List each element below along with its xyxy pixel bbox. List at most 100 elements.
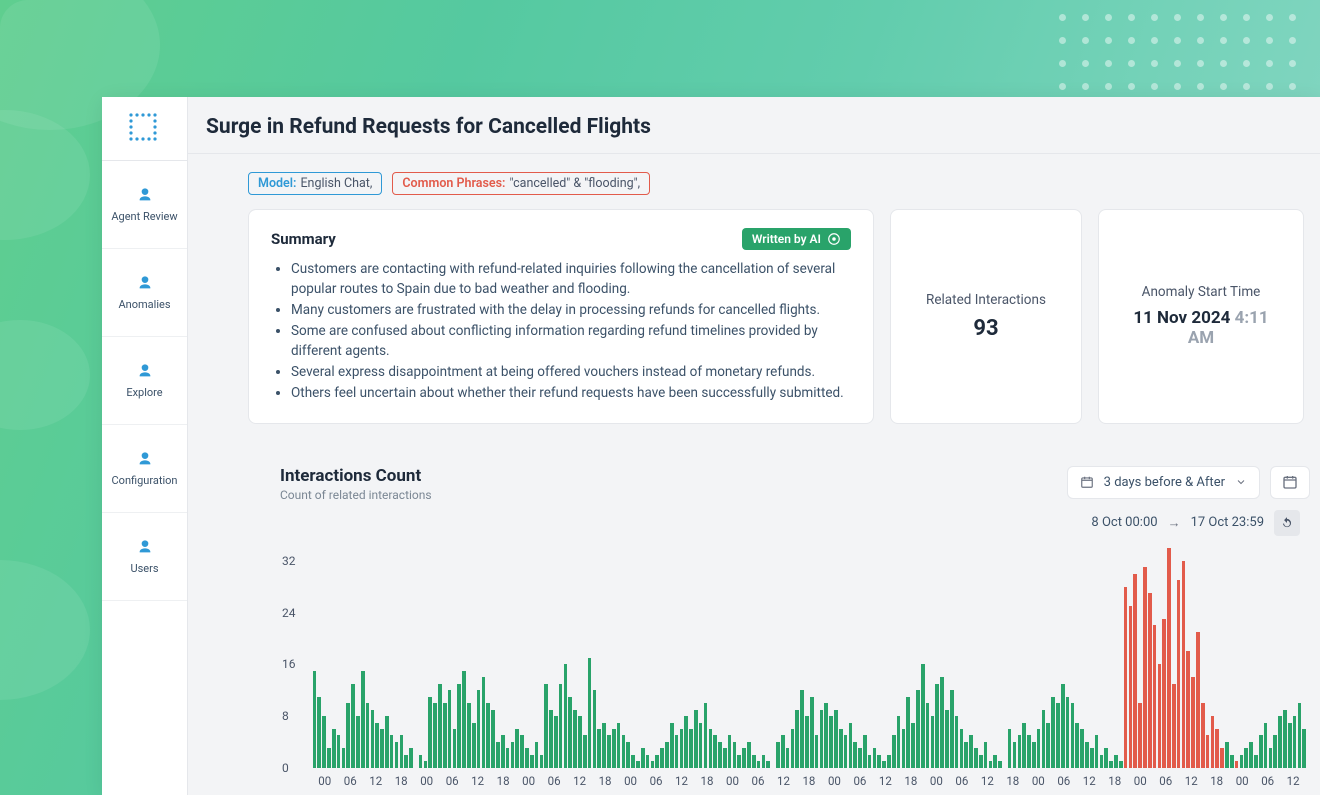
chart-bar[interactable] <box>1119 761 1123 767</box>
chart-bar[interactable] <box>1211 716 1215 768</box>
chart-bar[interactable] <box>631 755 635 768</box>
chart-bar[interactable] <box>395 742 399 768</box>
chart-bar[interactable] <box>979 755 983 768</box>
chart-bar[interactable] <box>409 748 413 767</box>
chart-bar[interactable] <box>1027 735 1031 767</box>
chart-bar[interactable] <box>892 735 896 767</box>
chart-bar[interactable] <box>491 710 495 768</box>
chart-bar[interactable] <box>428 697 432 768</box>
chart-bar[interactable] <box>1288 723 1292 768</box>
chart-bar[interactable] <box>641 748 645 767</box>
sidebar-item-explore[interactable]: Explore <box>102 337 187 425</box>
chart-bar[interactable] <box>1264 723 1268 768</box>
chart-bar[interactable] <box>1066 697 1070 768</box>
chart-bar[interactable] <box>1153 625 1157 767</box>
chart-bar[interactable] <box>506 748 510 767</box>
reset-zoom-button[interactable] <box>1274 510 1300 536</box>
chart-bar[interactable] <box>766 761 770 767</box>
chart-bar[interactable] <box>477 690 481 768</box>
chart-bar[interactable] <box>346 703 350 768</box>
chart-bar[interactable] <box>684 716 688 768</box>
chart-bar[interactable] <box>776 742 780 768</box>
chart-bar[interactable] <box>443 703 447 768</box>
chart-bar[interactable] <box>419 755 423 768</box>
chart-bar[interactable] <box>665 742 669 768</box>
chart-bar[interactable] <box>1177 580 1181 768</box>
chart-bar[interactable] <box>1302 729 1306 768</box>
chart-bar[interactable] <box>1090 748 1094 767</box>
chart-bar[interactable] <box>704 703 708 768</box>
chart-bar[interactable] <box>544 684 548 768</box>
chart-bar[interactable] <box>820 710 824 768</box>
chart-bar[interactable] <box>1071 703 1075 768</box>
chart-bar[interactable] <box>366 703 370 768</box>
chart-bar[interactable] <box>747 742 751 768</box>
chart-bar[interactable] <box>1254 755 1258 768</box>
chart-bar[interactable] <box>1273 735 1277 767</box>
chart-bar[interactable] <box>834 710 838 768</box>
chart-bar[interactable] <box>974 748 978 767</box>
bar-chart[interactable]: 08162432 <box>304 548 1306 768</box>
chart-bar[interactable] <box>332 729 336 768</box>
chart-bar[interactable] <box>361 671 365 768</box>
chart-bar[interactable] <box>593 690 597 768</box>
chart-bar[interactable] <box>1085 742 1089 768</box>
chart-bar[interactable] <box>844 735 848 767</box>
chart-bar[interactable] <box>597 729 601 768</box>
chart-bar[interactable] <box>728 735 732 767</box>
chart-bar[interactable] <box>356 716 360 768</box>
chart-bar[interactable] <box>520 735 524 767</box>
date-range-picker[interactable]: 3 days before & After <box>1067 466 1260 499</box>
chart-bar[interactable] <box>636 761 640 767</box>
chart-bar[interactable] <box>1133 574 1137 768</box>
chart-bar[interactable] <box>723 748 727 767</box>
chart-bar[interactable] <box>602 723 606 768</box>
chart-bar[interactable] <box>926 703 930 768</box>
chart-bar[interactable] <box>781 735 785 767</box>
chart-bar[interactable] <box>1225 742 1229 768</box>
chart-bar[interactable] <box>400 735 404 767</box>
chart-bar[interactable] <box>810 697 814 768</box>
chart-bar[interactable] <box>385 716 389 768</box>
chart-bar[interactable] <box>351 684 355 768</box>
chart-bar[interactable] <box>1191 677 1195 768</box>
chart-bar[interactable] <box>680 729 684 768</box>
chart-bar[interactable] <box>1283 710 1287 768</box>
chart-bar[interactable] <box>964 742 968 768</box>
chart-bar[interactable] <box>482 677 486 768</box>
chart-bar[interactable] <box>511 742 515 768</box>
chart-bar[interactable] <box>573 710 577 768</box>
chart-bar[interactable] <box>887 755 891 768</box>
chart-bar[interactable] <box>1114 755 1118 768</box>
chart-bar[interactable] <box>1138 703 1142 768</box>
chart-bar[interactable] <box>1046 723 1050 768</box>
chart-bar[interactable] <box>462 671 466 768</box>
chart-bar[interactable] <box>969 735 973 767</box>
chart-bar[interactable] <box>1172 684 1176 768</box>
chart-bar[interactable] <box>1206 735 1210 767</box>
chart-bar[interactable] <box>433 703 437 768</box>
chart-bar[interactable] <box>805 716 809 768</box>
chart-bar[interactable] <box>993 755 997 768</box>
chart-bar[interactable] <box>1056 703 1060 768</box>
chart-bar[interactable] <box>1080 729 1084 768</box>
chart-bar[interactable] <box>791 729 795 768</box>
chart-bar[interactable] <box>424 761 428 767</box>
chart-bar[interactable] <box>853 742 857 768</box>
chart-bar[interactable] <box>530 755 534 768</box>
chart-bar[interactable] <box>453 729 457 768</box>
chart-bar[interactable] <box>699 723 703 768</box>
chart-bar[interactable] <box>1269 748 1273 767</box>
chart-bar[interactable] <box>868 755 872 768</box>
chart-bar[interactable] <box>1201 703 1205 768</box>
chart-bar[interactable] <box>588 658 592 768</box>
chart-bar[interactable] <box>911 723 915 768</box>
chart-bar[interactable] <box>646 755 650 768</box>
chart-bar[interactable] <box>882 761 886 767</box>
chart-bar[interactable] <box>1158 664 1162 768</box>
chart-bar[interactable] <box>1249 742 1253 768</box>
chart-bar[interactable] <box>313 671 317 768</box>
chart-bar[interactable] <box>1018 735 1022 767</box>
chart-bar[interactable] <box>1259 735 1263 767</box>
chart-bar[interactable] <box>337 735 341 767</box>
